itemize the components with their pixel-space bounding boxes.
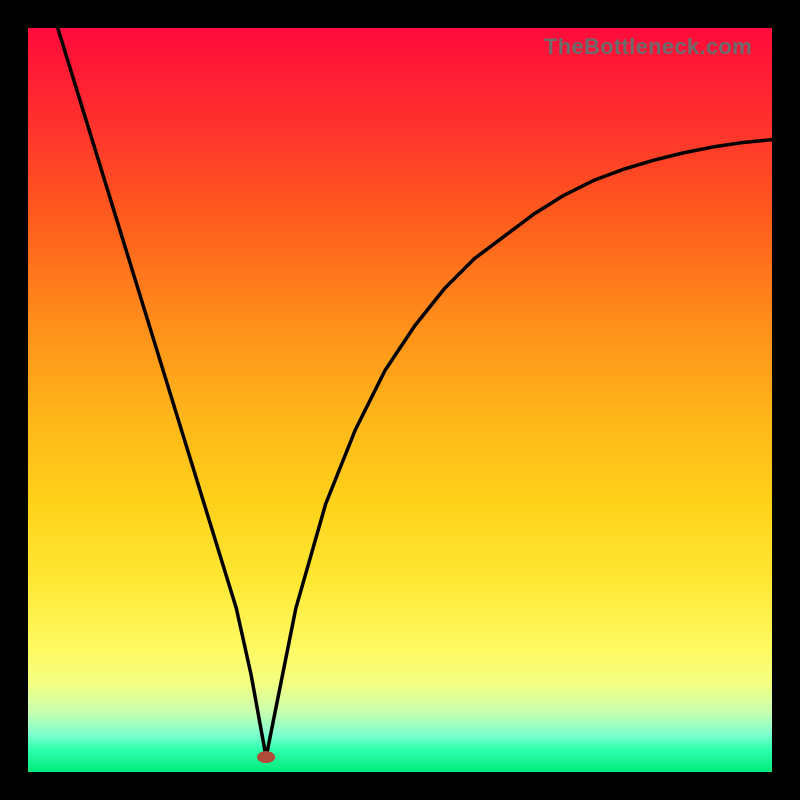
optimal-point-marker bbox=[257, 751, 275, 763]
chart-frame: TheBottleneck.com bbox=[0, 0, 800, 800]
bottleneck-curve bbox=[58, 28, 772, 757]
plot-area: TheBottleneck.com bbox=[28, 28, 772, 772]
curve-svg bbox=[28, 28, 772, 772]
